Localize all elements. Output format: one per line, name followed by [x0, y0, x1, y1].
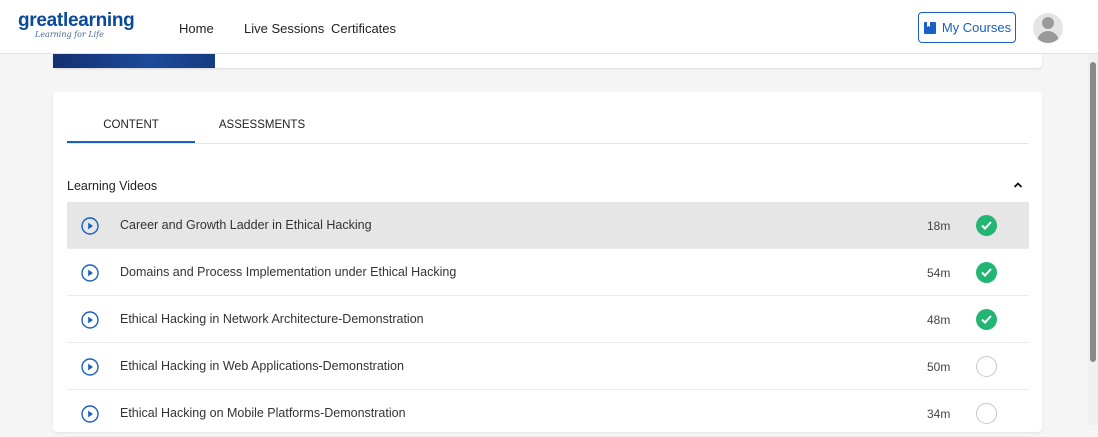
scrollbar-thumb[interactable]: [1090, 62, 1096, 362]
video-duration: 54m: [927, 266, 951, 280]
check-circle-icon: [976, 262, 997, 283]
video-title[interactable]: Ethical Hacking in Web Applications-Demo…: [120, 359, 404, 373]
check-circle-icon: [976, 215, 997, 236]
tab-assessments[interactable]: ASSESSMENTS: [207, 118, 317, 144]
video-title[interactable]: Domains and Process Implementation under…: [120, 265, 456, 279]
top-header: greatlearning Learning for Life Home Liv…: [0, 0, 1098, 54]
video-title[interactable]: Career and Growth Ladder in Ethical Hack…: [120, 218, 372, 232]
empty-circle-icon: [976, 403, 997, 424]
video-row[interactable]: Ethical Hacking on Mobile Platforms-Demo…: [67, 390, 1029, 437]
video-duration: 18m: [927, 219, 951, 233]
my-courses-button[interactable]: My Courses: [918, 12, 1016, 43]
video-row[interactable]: Ethical Hacking in Web Applications-Demo…: [67, 343, 1029, 390]
nav-live-sessions-link[interactable]: Live Sessions: [244, 21, 324, 36]
empty-circle-icon: [976, 356, 997, 377]
course-content-card: CONTENT ASSESSMENTS Learning Videos Care…: [53, 92, 1042, 437]
play-circle-icon[interactable]: [81, 311, 99, 329]
user-avatar-icon[interactable]: [1033, 13, 1063, 43]
video-row[interactable]: Domains and Process Implementation under…: [67, 249, 1029, 296]
check-circle-icon: [976, 309, 997, 330]
video-row[interactable]: Ethical Hacking in Network Architecture-…: [67, 296, 1029, 343]
video-title[interactable]: Ethical Hacking on Mobile Platforms-Demo…: [120, 406, 406, 420]
video-duration: 48m: [927, 313, 951, 327]
play-circle-icon[interactable]: [81, 405, 99, 423]
play-circle-icon[interactable]: [81, 358, 99, 376]
tab-content[interactable]: CONTENT: [67, 118, 195, 143]
video-duration: 50m: [927, 360, 951, 374]
content-tabs: CONTENT ASSESSMENTS: [67, 118, 1029, 144]
logo-text: greatlearning: [18, 10, 135, 31]
section-title: Learning Videos: [67, 179, 158, 193]
video-title[interactable]: Ethical Hacking in Network Architecture-…: [120, 312, 424, 326]
book-icon: [923, 21, 936, 34]
chevron-up-icon[interactable]: [1013, 180, 1023, 190]
course-banner-image: [53, 54, 215, 68]
play-circle-icon[interactable]: [81, 217, 99, 235]
video-duration: 34m: [927, 407, 951, 421]
logo-tagline: Learning for Life: [35, 30, 104, 39]
video-list: Career and Growth Ladder in Ethical Hack…: [67, 202, 1029, 437]
video-row[interactable]: Career and Growth Ladder in Ethical Hack…: [67, 202, 1029, 249]
my-courses-label: My Courses: [941, 20, 1012, 35]
nav-home-link[interactable]: Home: [179, 21, 214, 36]
course-banner-card: [53, 54, 1042, 68]
page-scrollbar[interactable]: [1088, 54, 1098, 425]
greatlearning-logo[interactable]: greatlearning Learning for Life: [18, 10, 135, 39]
play-circle-icon[interactable]: [81, 264, 99, 282]
nav-certificates-link[interactable]: Certificates: [331, 21, 396, 36]
